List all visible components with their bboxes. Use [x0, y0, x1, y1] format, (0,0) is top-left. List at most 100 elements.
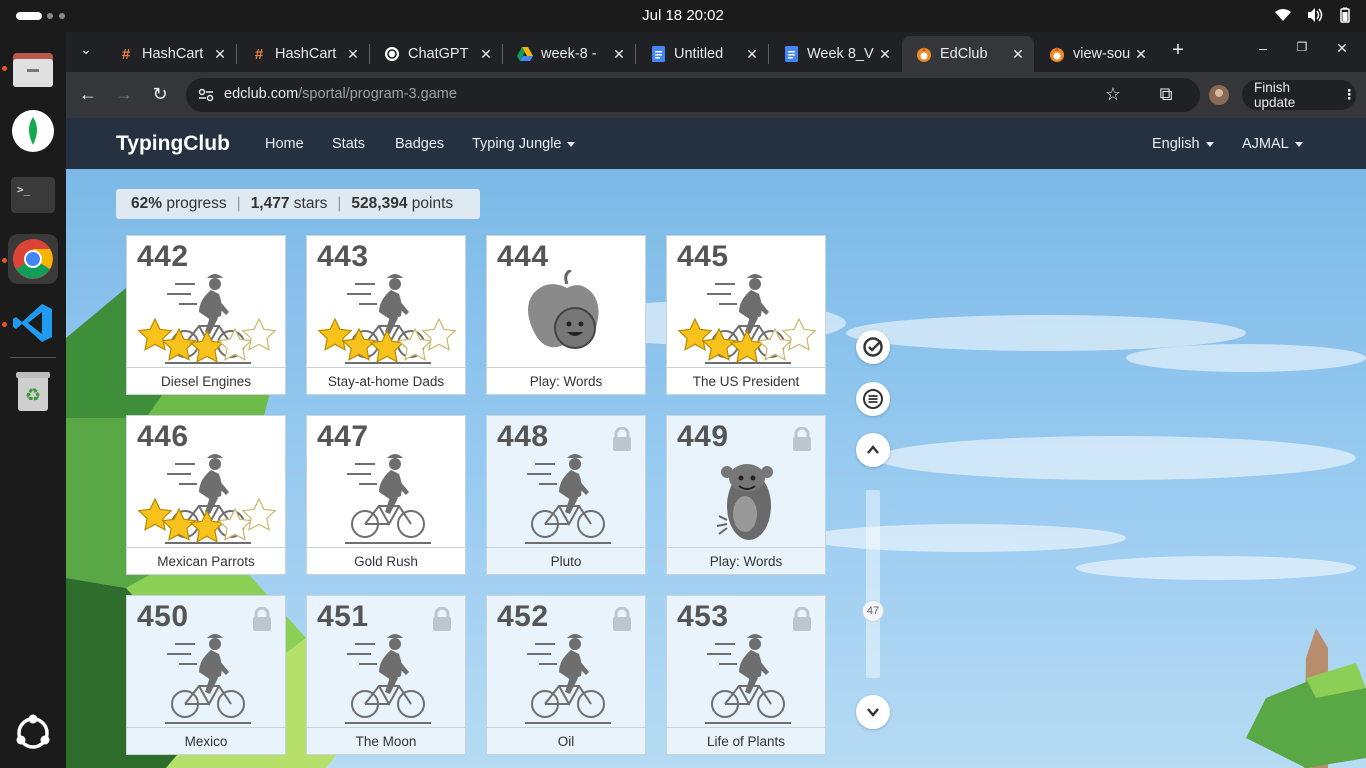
points-value: 528,394	[351, 195, 408, 212]
edclub-icon	[1049, 46, 1065, 62]
vscode-icon[interactable]	[8, 298, 58, 348]
lesson-card[interactable]: 451 The Moon	[306, 595, 466, 755]
lesson-card[interactable]: 446 Mexican Parrots	[126, 415, 286, 575]
forward-icon[interactable]: →	[113, 84, 135, 105]
lesson-number: 453	[677, 600, 729, 633]
star-filled-icon	[729, 329, 765, 363]
progress-label: progress	[166, 195, 227, 212]
star-filled-icon	[317, 317, 353, 351]
close-tab-icon[interactable]: ✕	[609, 46, 629, 63]
check-lessons-button[interactable]	[856, 330, 890, 364]
lesson-number: 450	[137, 600, 189, 633]
lesson-title: Diesel Engines	[127, 367, 285, 395]
browser-tab[interactable]: ChatGPT ✕	[370, 36, 502, 72]
volume-icon	[1308, 8, 1323, 22]
star-filled-icon	[369, 329, 405, 363]
finish-update-button[interactable]: Finish update ⋮	[1242, 80, 1356, 110]
lesson-card[interactable]: 444 Play: Words	[486, 235, 646, 395]
lesson-card[interactable]: 448 Pluto	[486, 415, 646, 575]
terminal-icon[interactable]: >_	[8, 170, 58, 220]
back-icon[interactable]: ←	[77, 84, 99, 105]
minimize-icon[interactable]: –	[1252, 40, 1274, 56]
site-info-icon[interactable]	[198, 88, 214, 102]
clock[interactable]: Jul 18 20:02	[0, 7, 1366, 24]
browser-tab[interactable]: Untitled ✕	[636, 36, 768, 72]
lesson-illustration	[667, 630, 827, 726]
close-window-icon[interactable]: ✕	[1331, 40, 1353, 57]
show-apps-icon[interactable]	[8, 708, 58, 758]
profile-avatar[interactable]	[1208, 85, 1230, 110]
chatgpt-icon	[384, 46, 400, 62]
tab-search-icon[interactable]: ⌄	[75, 41, 97, 58]
lesson-card[interactable]: 450 Mexico	[126, 595, 286, 755]
page-content: TypingClub Home Stats Badges Typing Jung…	[66, 118, 1366, 768]
language-dropdown[interactable]: English	[1152, 136, 1214, 152]
tab-strip: ⌄ # HashCart ✕ # HashCart ✕ ChatGPT ✕ week-8 - ✕ U…	[66, 32, 1366, 72]
star-rating	[677, 317, 817, 363]
close-tab-icon[interactable]: ✕	[210, 46, 230, 63]
close-tab-icon[interactable]: ✕	[343, 46, 363, 63]
restore-icon[interactable]: ❐	[1291, 40, 1313, 54]
lesson-card[interactable]: 449 Play: Words	[666, 415, 826, 575]
url-host: edclub.com	[224, 86, 299, 102]
lesson-card[interactable]: 445 The US President	[666, 235, 826, 395]
chrome-icon[interactable]	[8, 234, 58, 284]
browser-tab[interactable]: week-8 - ✕	[503, 36, 635, 72]
extensions-icon[interactable]: ⧉	[1155, 84, 1177, 105]
lesson-number: 448	[497, 420, 549, 453]
edclub-icon	[916, 46, 932, 62]
close-tab-icon[interactable]: ✕	[476, 46, 496, 63]
tab-title: HashCart	[142, 46, 204, 62]
mongodb-compass-icon[interactable]	[8, 106, 58, 156]
nav-stats[interactable]: Stats	[332, 136, 365, 152]
browser-tab[interactable]: EdClub ✕	[902, 36, 1034, 72]
star-filled-icon	[137, 497, 173, 531]
star-empty-icon	[421, 317, 457, 351]
nav-home[interactable]: Home	[265, 136, 304, 152]
tab-title: week-8 -	[541, 46, 597, 62]
files-app-icon[interactable]	[8, 44, 58, 94]
address-bar[interactable]: edclub.com/sportal/program-3.game ☆	[186, 78, 1200, 112]
star-rating	[137, 497, 277, 543]
reload-icon[interactable]: ↻	[149, 84, 171, 105]
new-tab-icon[interactable]: +	[1167, 39, 1189, 62]
scroll-position-indicator[interactable]: 47	[862, 600, 884, 622]
battery-icon	[1340, 7, 1350, 23]
typingclub-logo[interactable]: TypingClub	[116, 132, 230, 156]
lesson-card[interactable]: 447 Gold Rush	[306, 415, 466, 575]
nav-badges[interactable]: Badges	[395, 136, 444, 152]
lesson-card[interactable]: 443 Stay-at-home Dads	[306, 235, 466, 395]
svg-text:>_: >_	[17, 183, 31, 196]
user-menu-dropdown[interactable]: AJMAL	[1242, 136, 1303, 152]
scroll-down-button[interactable]	[856, 695, 890, 729]
star-filled-icon	[189, 509, 225, 543]
browser-tab[interactable]: # HashCart ✕	[104, 36, 236, 72]
browser-tab[interactable]: view-sou ✕	[1035, 36, 1157, 72]
star-filled-icon	[189, 329, 225, 363]
bookmark-star-icon[interactable]: ☆	[1102, 84, 1124, 105]
lesson-scrollbar[interactable]	[866, 490, 880, 678]
close-tab-icon[interactable]: ✕	[875, 46, 895, 63]
close-tab-icon[interactable]: ✕	[1131, 46, 1151, 63]
lesson-card[interactable]: 442 Diesel Engines	[126, 235, 286, 395]
more-menu-icon[interactable]: ⋮	[1343, 87, 1357, 103]
lesson-number: 452	[497, 600, 549, 633]
docs-icon	[650, 46, 666, 62]
tab-title: ChatGPT	[408, 46, 469, 62]
browser-tab[interactable]: # HashCart ✕	[237, 36, 369, 72]
tab-title: Week 8_V	[807, 46, 874, 62]
browser-tab[interactable]: Week 8_V ✕	[769, 36, 901, 72]
lesson-card[interactable]: 452 Oil	[486, 595, 646, 755]
lesson-title: Gold Rush	[307, 547, 465, 575]
menu-button[interactable]	[856, 382, 890, 416]
close-tab-icon[interactable]: ✕	[742, 46, 762, 63]
nav-course-dropdown[interactable]: Typing Jungle	[472, 136, 576, 152]
lesson-illustration	[307, 450, 467, 546]
lesson-card[interactable]: 453 Life of Plants	[666, 595, 826, 755]
close-tab-icon[interactable]: ✕	[1008, 46, 1028, 63]
chevron-down-icon	[1294, 141, 1303, 147]
trash-icon[interactable]: ♻	[8, 366, 58, 416]
scroll-up-button[interactable]	[856, 433, 890, 467]
system-tray[interactable]	[1274, 7, 1352, 23]
language-label: English	[1152, 136, 1200, 152]
